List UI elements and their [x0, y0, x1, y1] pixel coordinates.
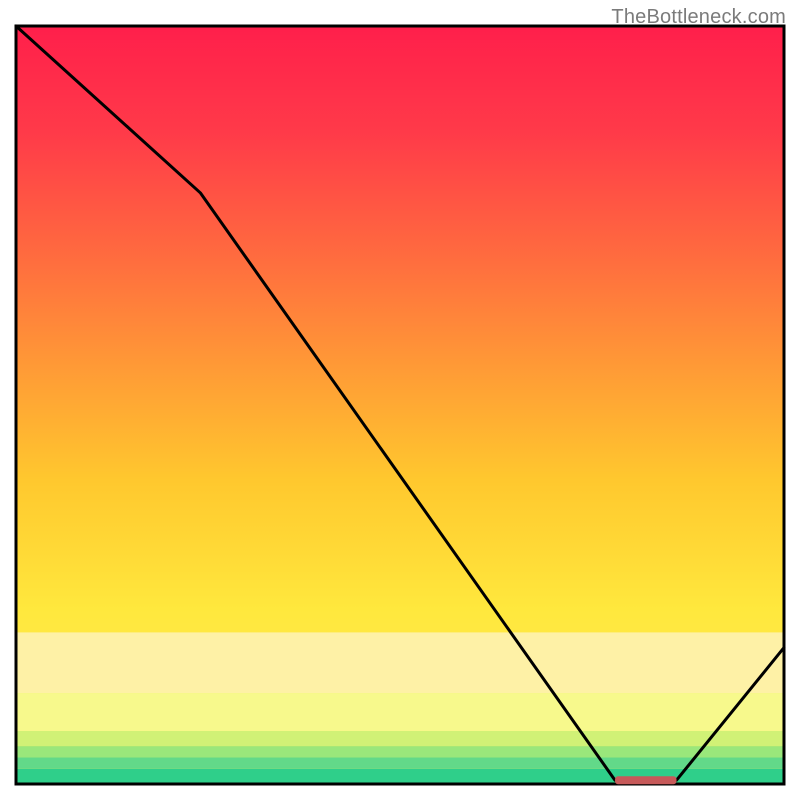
bottleneck-chart: TheBottleneck.com — [0, 0, 800, 800]
optimal-range-marker — [615, 776, 676, 784]
quality-band-3 — [16, 731, 784, 746]
quality-band-2 — [16, 746, 784, 757]
chart-canvas — [0, 0, 800, 800]
watermark-label: TheBottleneck.com — [611, 6, 786, 29]
quality-band-5 — [16, 632, 784, 693]
quality-band-1 — [16, 757, 784, 768]
quality-band-4 — [16, 693, 784, 731]
